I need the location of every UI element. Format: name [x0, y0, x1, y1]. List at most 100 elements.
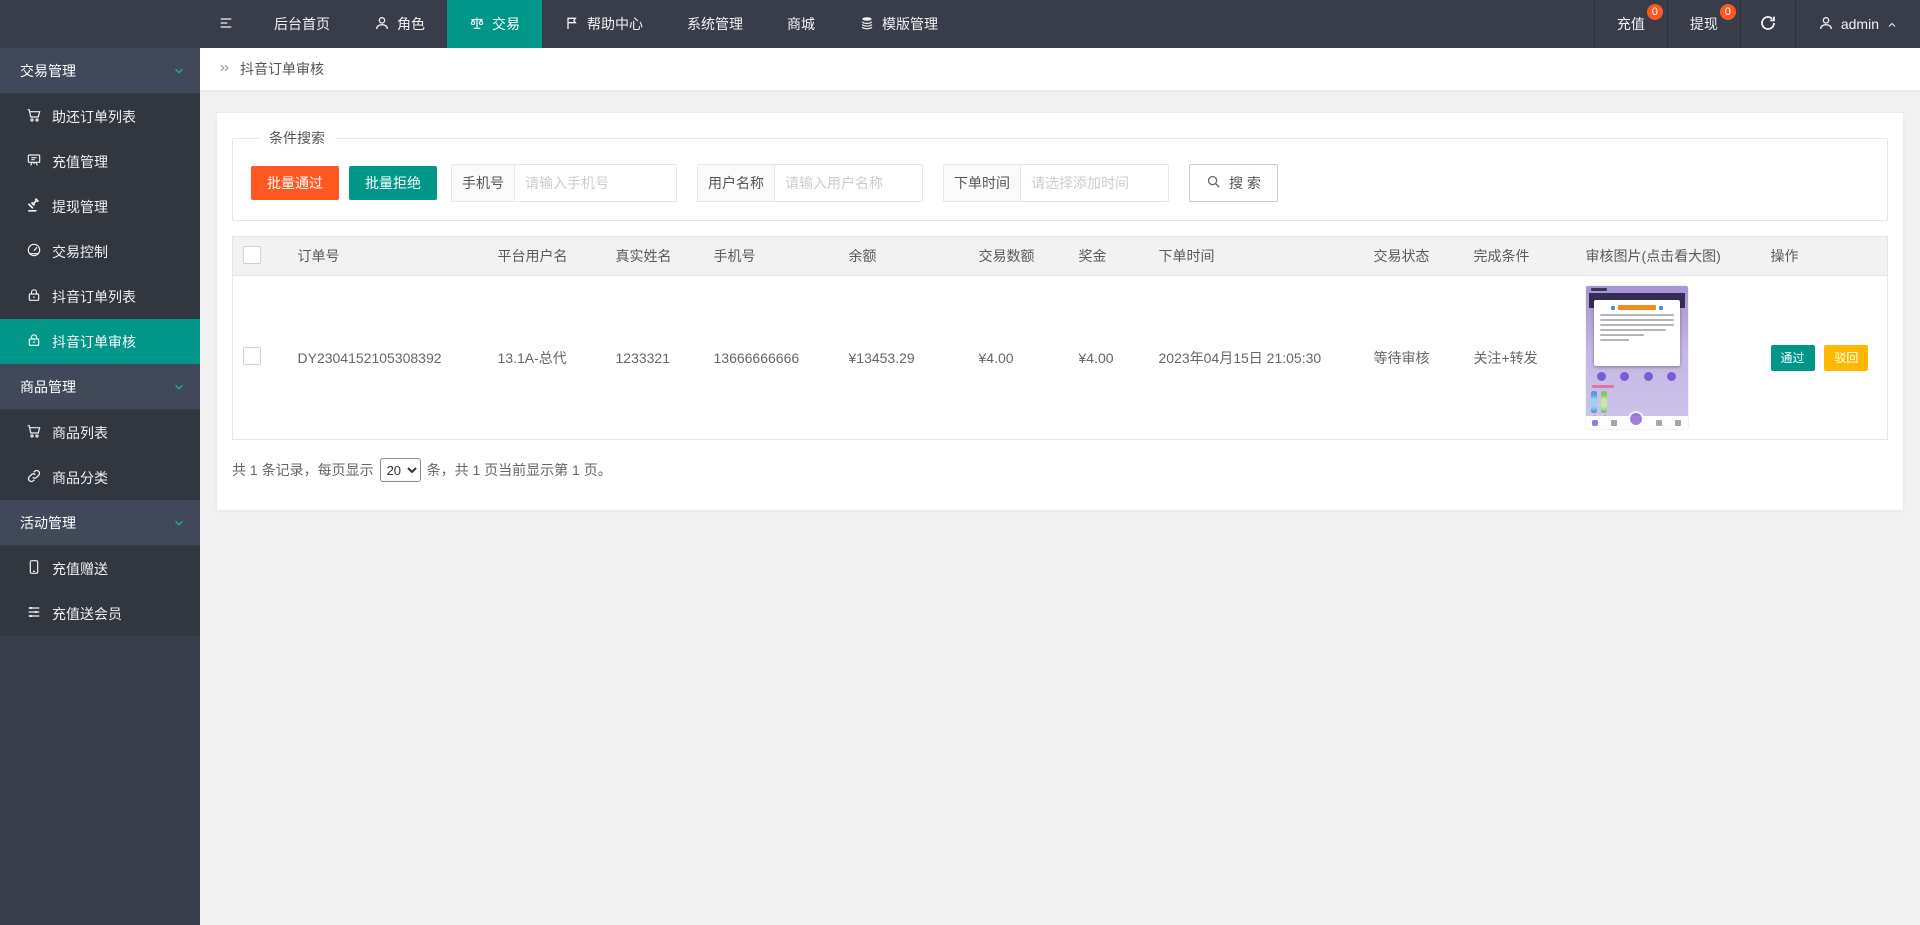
- sidebar-group-trade-management[interactable]: 交易管理: [0, 48, 200, 94]
- chevron-down-icon: [172, 64, 186, 78]
- gavel-icon: [26, 197, 42, 216]
- col-amount: 交易数额: [968, 236, 1069, 276]
- col-bonus: 奖金: [1068, 236, 1149, 276]
- col-balance: 余额: [838, 236, 969, 276]
- cart-icon: [26, 423, 42, 442]
- reject-button[interactable]: 驳回: [1824, 344, 1869, 371]
- thumb-tabbar: [1585, 412, 1688, 429]
- col-order-no: 订单号: [287, 236, 488, 276]
- search-button[interactable]: 搜 索: [1189, 164, 1278, 202]
- mobile-icon: [26, 559, 42, 578]
- col-platform-user: 平台用户名: [487, 236, 606, 276]
- phone-label: 手机号: [452, 165, 515, 201]
- page-size-select[interactable]: 20: [379, 458, 421, 482]
- cell-phone: 13666666666: [703, 275, 839, 440]
- page-title: 抖音订单审核: [240, 61, 324, 77]
- thumb-statusbar: [1590, 288, 1607, 291]
- nav-item-trade[interactable]: 交易: [447, 0, 542, 48]
- col-phone: 手机号: [703, 236, 839, 276]
- sidebar-item-product-list[interactable]: 商品列表: [0, 410, 200, 455]
- sidebar-item-recharge-membership[interactable]: 充值送会员: [0, 591, 200, 636]
- user-menu[interactable]: admin: [1794, 0, 1920, 48]
- cell-order-no: DY2304152105308392: [287, 275, 488, 440]
- cell-balance: ¥13453.29: [838, 275, 969, 440]
- content: 条件搜索 批量通过 批量拒绝 手机号 用户名称 下单时间: [200, 90, 1920, 533]
- nav-item-home[interactable]: 后台首页: [252, 0, 352, 48]
- withdraw-button[interactable]: 提现 0: [1666, 0, 1740, 48]
- thumb-section-label: [1591, 385, 1614, 388]
- sidebar-item-recharge-management[interactable]: 充值管理: [0, 139, 200, 184]
- phone-input[interactable]: [515, 165, 676, 201]
- col-review-image: 审核图片(点击看大图): [1575, 236, 1761, 276]
- cell-amount: ¥4.00: [968, 275, 1069, 440]
- sidebar-group-product-items: 商品列表 商品分类: [0, 410, 200, 500]
- logo-area: [0, 0, 200, 48]
- cell-status: 等待审核: [1363, 275, 1464, 440]
- thumb-announcement-modal: [1593, 300, 1680, 366]
- pagination: 共 1 条记录，每页显示 20 条，共 1 页当前显示第 1 页。: [232, 458, 1888, 482]
- main-area: 抖音订单审核 条件搜索 批量通过 批量拒绝 手机号 用户名称: [200, 48, 1920, 925]
- col-actions: 操作: [1760, 236, 1888, 276]
- sidebar-group-activity-items: 充值赠送 充值送会员: [0, 546, 200, 636]
- review-image-thumbnail[interactable]: [1585, 286, 1688, 429]
- top-navbar: 后台首页 角色 交易 帮助中心 系统管理 商城 模版管理 充值 0 提现 0 a…: [0, 0, 1920, 48]
- col-condition: 完成条件: [1463, 236, 1576, 276]
- col-real-name: 真实姓名: [605, 236, 704, 276]
- row-checkbox[interactable]: [243, 347, 261, 365]
- sliders-icon: [26, 604, 42, 623]
- layers-icon: [859, 15, 875, 34]
- chevron-down-icon: [172, 516, 186, 530]
- batch-approve-button[interactable]: 批量通过: [251, 166, 339, 200]
- sidebar: 交易管理 助还订单列表 充值管理 提现管理 交易控制 抖音订单列表 抖音订单审核: [0, 48, 200, 925]
- scale-icon: [469, 15, 485, 34]
- breadcrumb: 抖音订单审核: [200, 48, 1920, 90]
- sidebar-toggle-button[interactable]: [200, 0, 252, 48]
- withdraw-badge: 0: [1719, 4, 1736, 20]
- nav-item-roles[interactable]: 角色: [352, 0, 447, 48]
- refresh-button[interactable]: [1739, 0, 1795, 48]
- order-time-label: 下单时间: [944, 165, 1021, 201]
- pagination-prefix: 共 1 条记录，每页显示: [232, 462, 374, 478]
- nav-item-templates[interactable]: 模版管理: [837, 0, 960, 48]
- sidebar-item-withdraw-management[interactable]: 提现管理: [0, 184, 200, 229]
- select-all-checkbox[interactable]: [243, 245, 261, 264]
- order-time-input[interactable]: [1021, 165, 1168, 201]
- sidebar-group-product-management[interactable]: 商品管理: [0, 364, 200, 410]
- double-chevron-icon: [218, 61, 232, 78]
- sidebar-item-trade-control[interactable]: 交易控制: [0, 229, 200, 274]
- table-header-row: 订单号 平台用户名 真实姓名 手机号 余额 交易数额 奖金 下单时间 交易状态 …: [232, 236, 1888, 276]
- sidebar-item-product-category[interactable]: 商品分类: [0, 455, 200, 500]
- username-label: 用户名称: [698, 165, 775, 201]
- nav-item-mall[interactable]: 商城: [765, 0, 837, 48]
- cell-bonus: ¥4.00: [1068, 275, 1149, 440]
- sidebar-group-activity-management[interactable]: 活动管理: [0, 500, 200, 546]
- user-icon: [1818, 15, 1834, 34]
- username-label: admin: [1840, 16, 1879, 32]
- lock-icon: [26, 287, 42, 306]
- sidebar-item-assist-order-list[interactable]: 助还订单列表: [0, 94, 200, 139]
- cell-condition: 关注+转发: [1463, 275, 1576, 440]
- chevron-up-icon: [1886, 18, 1898, 30]
- lock-icon: [26, 332, 42, 351]
- sidebar-group-trade-items: 助还订单列表 充值管理 提现管理 交易控制 抖音订单列表 抖音订单审核: [0, 94, 200, 364]
- username-input[interactable]: [775, 165, 922, 201]
- table-row: DY2304152105308392 13.1A-总代 1233321 1366…: [232, 275, 1888, 440]
- cell-real-name: 1233321: [605, 275, 704, 440]
- nav-item-system[interactable]: 系统管理: [665, 0, 765, 48]
- recharge-badge: 0: [1646, 4, 1663, 20]
- search-row: 批量通过 批量拒绝 手机号 用户名称 下单时间: [251, 164, 1869, 202]
- user-icon: [374, 15, 390, 34]
- batch-reject-button[interactable]: 批量拒绝: [349, 166, 437, 200]
- cell-order-time: 2023年04月15日 21:05:30: [1148, 275, 1364, 440]
- col-status: 交易状态: [1363, 236, 1464, 276]
- gauge-icon: [26, 242, 42, 261]
- search-fieldset: 条件搜索 批量通过 批量拒绝 手机号 用户名称 下单时间: [232, 128, 1888, 221]
- sidebar-item-recharge-gift[interactable]: 充值赠送: [0, 546, 200, 591]
- sidebar-item-douyin-order-list[interactable]: 抖音订单列表: [0, 274, 200, 319]
- recharge-button[interactable]: 充值 0: [1593, 0, 1667, 48]
- refresh-icon: [1759, 14, 1777, 35]
- sidebar-item-douyin-order-review[interactable]: 抖音订单审核: [0, 319, 200, 364]
- nav-item-help-center[interactable]: 帮助中心: [542, 0, 665, 48]
- cell-platform-user: 13.1A-总代: [487, 275, 606, 440]
- approve-button[interactable]: 通过: [1770, 344, 1815, 371]
